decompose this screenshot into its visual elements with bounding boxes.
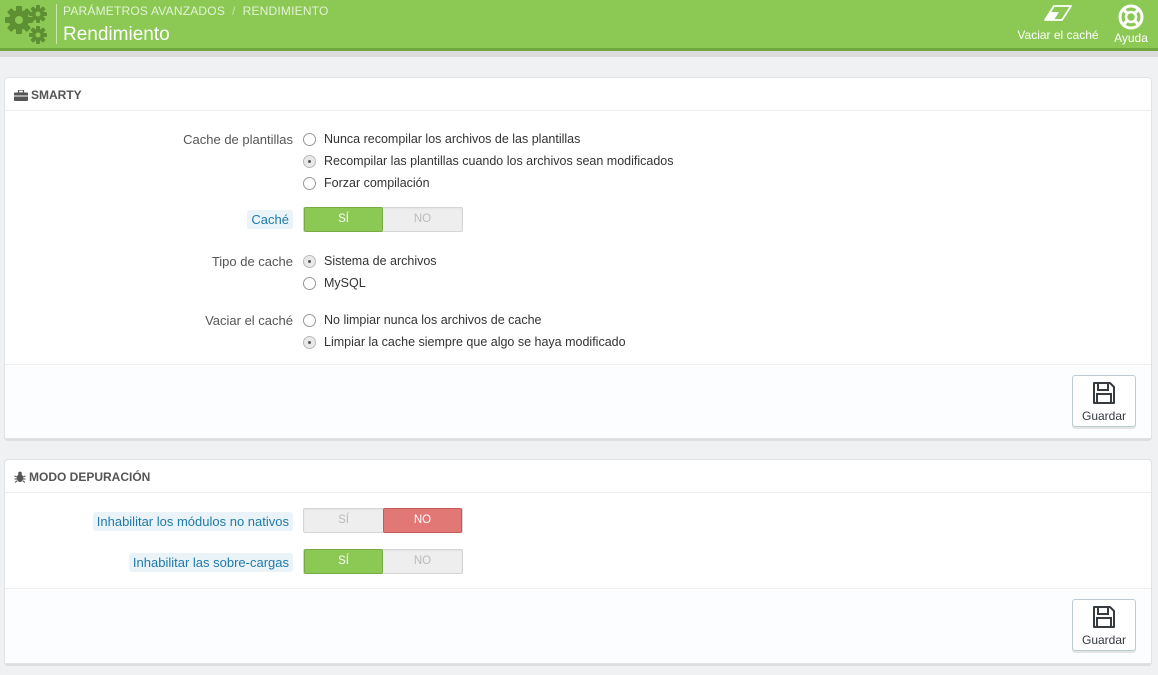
briefcase-icon xyxy=(14,89,28,104)
save-label: Guardar xyxy=(1081,409,1127,423)
switch-no[interactable]: NO xyxy=(383,550,462,573)
cache-type-label: Tipo de cache xyxy=(211,254,293,269)
bug-icon xyxy=(14,471,26,486)
panel-footer: Guardar xyxy=(5,588,1151,663)
clear-cache-setting-label: Vaciar el caché xyxy=(205,313,293,328)
cache-label[interactable]: Caché xyxy=(247,210,293,229)
page-title: Rendimiento xyxy=(63,24,170,45)
template-cache-option-never[interactable]: Nunca recompilar los archivos de las pla… xyxy=(303,132,580,146)
clear-cache-option-always[interactable]: Limpiar la cache siempre que algo se hay… xyxy=(303,335,626,349)
help-label: Ayuda xyxy=(1114,31,1148,45)
panel-title: SMARTY xyxy=(31,88,82,102)
switch-no[interactable]: NO xyxy=(383,208,462,231)
radio-button[interactable] xyxy=(303,155,316,168)
cache-switch[interactable]: SÍ NO xyxy=(303,207,463,232)
save-icon xyxy=(1092,606,1116,632)
radio-button[interactable] xyxy=(303,177,316,190)
radio-label: Limpiar la cache siempre que algo se hay… xyxy=(324,335,626,349)
panel-heading: MODO DEPURACIÓN xyxy=(5,460,1151,493)
clear-cache-button[interactable]: Vaciar el caché xyxy=(1014,4,1102,42)
panel-footer: Guardar xyxy=(5,364,1151,438)
radio-button[interactable] xyxy=(303,277,316,290)
template-cache-option-recompile[interactable]: Recompilar las plantillas cuando los arc… xyxy=(303,154,673,168)
disable-overrides-label[interactable]: Inhabilitar las sobre-cargas xyxy=(128,553,293,572)
smarty-panel: SMARTY Cache de plantillas Nunca recompi… xyxy=(4,77,1152,439)
disable-non-native-modules-label[interactable]: Inhabilitar los módulos no nativos xyxy=(92,512,293,531)
radio-button[interactable] xyxy=(303,133,316,146)
breadcrumb-separator: / xyxy=(232,4,236,18)
radio-label: Forzar compilación xyxy=(324,176,430,190)
radio-label: No limpiar nunca los archivos de cache xyxy=(324,313,542,327)
clear-cache-label: Vaciar el caché xyxy=(1017,28,1099,42)
switch-yes[interactable]: SÍ xyxy=(304,207,383,232)
save-button[interactable]: Guardar xyxy=(1072,599,1136,651)
radio-label: MySQL xyxy=(324,276,366,290)
clear-cache-option-never[interactable]: No limpiar nunca los archivos de cache xyxy=(303,313,541,327)
switch-yes[interactable]: SÍ xyxy=(304,549,383,574)
switch-no[interactable]: NO xyxy=(383,508,462,533)
switch-yes[interactable]: SÍ xyxy=(304,509,383,532)
cache-type-option-mysql[interactable]: MySQL xyxy=(303,276,366,290)
page-header: PARÁMETROS AVANZADOS / RENDIMIENTO Rendimi… xyxy=(0,0,1158,51)
gears-icon xyxy=(2,1,52,47)
template-cache-label: Cache de plantillas xyxy=(183,132,293,147)
radio-label: Nunca recompilar los archivos de las pla… xyxy=(324,132,581,146)
breadcrumb-item[interactable]: PARÁMETROS AVANZADOS xyxy=(63,4,225,18)
debug-mode-panel: MODO DEPURACIÓN Inhabilitar los módulos … xyxy=(4,459,1152,664)
panel-heading: SMARTY xyxy=(5,78,1151,111)
radio-label: Sistema de archivos xyxy=(324,254,437,268)
template-cache-option-force[interactable]: Forzar compilación xyxy=(303,176,430,190)
breadcrumb: PARÁMETROS AVANZADOS / RENDIMIENTO xyxy=(63,4,329,18)
panel-title: MODO DEPURACIÓN xyxy=(29,470,151,484)
eraser-icon xyxy=(1043,5,1073,25)
cache-type-option-filesystem[interactable]: Sistema de archivos xyxy=(303,254,437,268)
save-label: Guardar xyxy=(1081,633,1127,647)
disable-non-native-modules-switch[interactable]: SÍ NO xyxy=(303,508,463,533)
radio-label: Recompilar las plantillas cuando los arc… xyxy=(324,154,674,168)
save-button[interactable]: Guardar xyxy=(1072,375,1136,427)
radio-button[interactable] xyxy=(303,336,316,349)
radio-button[interactable] xyxy=(303,314,316,327)
radio-button[interactable] xyxy=(303,255,316,268)
disable-overrides-switch[interactable]: SÍ NO xyxy=(303,549,463,574)
header-divider xyxy=(56,4,57,44)
header-shadow xyxy=(0,51,1158,57)
help-button[interactable]: Ayuda xyxy=(1110,4,1152,45)
breadcrumb-item[interactable]: RENDIMIENTO xyxy=(243,4,329,18)
save-icon xyxy=(1092,382,1116,408)
